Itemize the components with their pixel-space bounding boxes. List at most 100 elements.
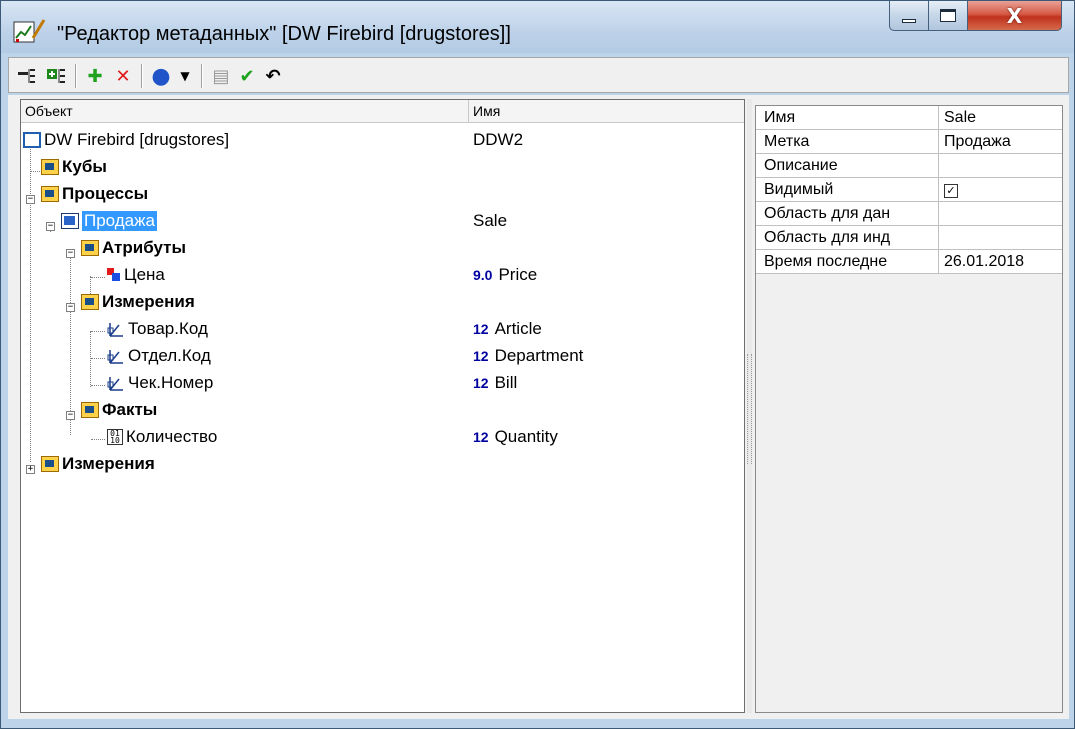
property-value[interactable]	[940, 202, 1062, 228]
expand-all-icon	[47, 69, 65, 83]
tree-node-label: DW Firebird [drugstores]	[44, 129, 230, 149]
tree-node-value: DDW2	[473, 130, 524, 149]
tree-node-label: Кубы	[62, 156, 107, 176]
attributes-folder-icon	[81, 239, 99, 256]
property-value[interactable]	[940, 226, 1062, 252]
property-value[interactable]: Продажа	[940, 130, 1062, 156]
tree-node-number: 12	[473, 429, 489, 445]
delete-button[interactable]: ✕	[111, 64, 135, 88]
apply-button[interactable]: ✔	[235, 64, 259, 88]
folder-icon	[41, 455, 59, 472]
expand-toggle[interactable]: +	[26, 465, 35, 474]
property-row[interactable]: Имя Sale	[756, 106, 1062, 130]
dimension-icon	[107, 349, 123, 364]
dimension-icon	[107, 376, 123, 391]
property-row[interactable]: Метка Продажа	[756, 130, 1062, 154]
tree-node-number: 12	[473, 348, 489, 364]
tree-line	[91, 439, 105, 440]
tree-node-price[interactable]: Цена	[107, 261, 165, 288]
property-row[interactable]: Описание	[756, 154, 1062, 178]
collapse-toggle[interactable]: −	[26, 195, 35, 204]
column-divider[interactable]	[468, 100, 469, 122]
maximize-button[interactable]	[928, 1, 968, 31]
property-value[interactable]: Sale	[940, 106, 1062, 132]
tree-node-cubes[interactable]: Кубы	[41, 153, 107, 180]
property-key: Область для инд	[756, 226, 939, 249]
edit-icon: ▤	[212, 65, 230, 87]
column-name-header[interactable]: Имя	[473, 103, 500, 119]
column-object-header[interactable]: Объект	[25, 103, 73, 119]
toolbar-separator	[201, 64, 203, 88]
property-key: Описание	[756, 154, 939, 177]
tree-node-value: 9.0 Price	[473, 265, 537, 285]
tree-node-dimensions[interactable]: Измерения	[41, 450, 155, 477]
undo-button[interactable]: ↶	[261, 64, 285, 88]
tree-node-root[interactable]: DW Firebird [drugstores]	[23, 126, 229, 153]
tree-node-processes[interactable]: Процессы	[41, 180, 148, 207]
folder-icon	[41, 185, 59, 202]
edit-button[interactable]: ▤	[209, 64, 233, 88]
tree-node-value-text: Bill	[494, 373, 518, 392]
close-button[interactable]: X	[967, 1, 1062, 31]
add-icon: ✚	[87, 65, 103, 87]
tree-node-value: Sale	[473, 211, 508, 230]
dimension-icon	[107, 322, 123, 337]
globe-button[interactable]: ●	[149, 64, 173, 89]
tree-node-facts[interactable]: Факты	[81, 396, 157, 423]
tree-node-value-text: Price	[498, 265, 538, 284]
cube-icon	[23, 131, 41, 148]
minimize-icon	[902, 18, 916, 23]
tree-node-article[interactable]: Товар.Код	[107, 315, 208, 342]
property-key: Время последне	[756, 250, 939, 273]
tree-line	[91, 358, 105, 359]
collapse-toggle[interactable]: −	[66, 303, 75, 312]
pane-splitter[interactable]	[747, 99, 752, 713]
attribute-icon	[107, 267, 121, 282]
undo-icon: ↶	[265, 65, 281, 87]
tree-node-sale[interactable]: Продажа	[61, 207, 157, 234]
property-row[interactable]: Время последне 26.01.2018	[756, 250, 1062, 274]
visible-checkbox[interactable]: ✓	[944, 184, 958, 198]
minimize-button[interactable]	[889, 1, 929, 31]
property-row[interactable]: Область для инд	[756, 226, 1062, 250]
property-value[interactable]: ✓	[940, 178, 1062, 204]
collapse-all-button[interactable]	[15, 64, 39, 88]
splitter-grip[interactable]	[747, 354, 752, 464]
metadata-editor-app-icon	[13, 19, 46, 43]
add-button[interactable]: ✚	[83, 64, 107, 88]
tree-node-bill[interactable]: Чек.Номер	[107, 369, 213, 396]
tree-node-number: 9.0	[473, 267, 493, 283]
property-row[interactable]: Видимый ✓	[756, 178, 1062, 202]
property-key: Видимый	[756, 178, 939, 201]
tree-line	[91, 277, 105, 278]
collapse-toggle[interactable]: −	[46, 222, 55, 231]
expand-all-button[interactable]	[45, 64, 69, 88]
property-value[interactable]: 26.01.2018	[940, 250, 1062, 276]
toolbar-separator	[141, 64, 143, 88]
tree-node-attributes[interactable]: Атрибуты	[81, 234, 186, 261]
tree-node-quantity[interactable]: 01 10 Количество	[107, 423, 217, 450]
metadata-tree[interactable]: Объект Имя DW Firebird [drugstores] DDW2…	[20, 99, 745, 713]
tree-node-label: Товар.Код	[128, 318, 208, 338]
tree-node-number: 12	[473, 321, 489, 337]
process-icon	[61, 212, 79, 229]
close-icon: X	[1006, 3, 1023, 28]
property-key: Имя	[756, 106, 939, 129]
collapse-all-icon	[18, 69, 35, 83]
globe-dropdown-button[interactable]: ▼	[173, 64, 197, 88]
property-row[interactable]: Область для дан	[756, 202, 1062, 226]
collapse-toggle[interactable]: −	[66, 411, 75, 420]
dropdown-arrow-icon: ▼	[180, 69, 190, 83]
tree-node-label: Атрибуты	[102, 237, 186, 257]
tree-line	[91, 385, 105, 386]
collapse-toggle[interactable]: −	[66, 249, 75, 258]
property-key: Область для дан	[756, 202, 939, 225]
apply-icon: ✔	[239, 65, 255, 87]
title-bar[interactable]: "Редактор метаданных" [DW Firebird [drug…	[1, 1, 1074, 53]
delete-icon: ✕	[115, 65, 131, 87]
property-value[interactable]	[940, 154, 1062, 180]
tree-node-department[interactable]: Отдел.Код	[107, 342, 211, 369]
tree-node-measurements[interactable]: Измерения	[81, 288, 195, 315]
tree-line	[30, 171, 40, 172]
tree-node-label: Количество	[126, 426, 218, 446]
